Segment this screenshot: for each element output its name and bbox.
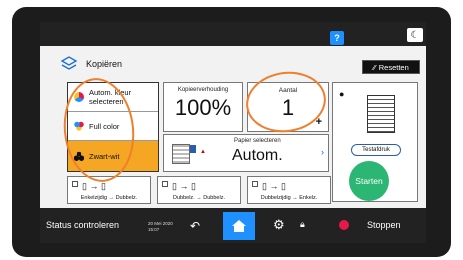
paper-tray-icon	[172, 144, 190, 164]
reset-label: Resetten	[378, 62, 409, 72]
moon-icon[interactable]: ☾	[407, 28, 423, 42]
preview-panel: ● Testafdruk Starten	[332, 82, 418, 202]
proof-button[interactable]: Testafdruk	[351, 144, 401, 156]
chevron-right-icon: ›	[321, 147, 324, 157]
duplex-label: Dubbelz. → Dubbelz.	[173, 195, 225, 201]
ratio-value: 100%	[174, 95, 232, 120]
duplex-icon: ▯ → ▯	[262, 181, 286, 191]
duplex-option[interactable]: ▯ → ▯ Dubbelz. → Dubbelz.	[157, 176, 241, 204]
top-bar	[40, 22, 426, 46]
document-preview-icon	[367, 95, 395, 133]
lock-icon[interactable]: 🔒︎	[300, 219, 305, 230]
time-text: 15:07	[148, 227, 160, 232]
reset-icon: ⁄⁄	[373, 62, 376, 72]
duplex-label: Enkelzijdig → Dubbelz.	[80, 195, 138, 201]
back-icon[interactable]: ↶	[190, 219, 200, 233]
home-icon	[232, 220, 246, 232]
status-button[interactable]: Status controleren	[46, 220, 119, 230]
help-button[interactable]: ?	[330, 31, 344, 45]
paper-tray-icon	[190, 145, 196, 153]
copy-app-icon	[60, 56, 78, 70]
gear-icon[interactable]: ⚙	[273, 217, 285, 233]
date-time: 20 Mei 2020 15:07	[148, 221, 173, 233]
paper-tray-icon: ▲	[200, 149, 206, 155]
reset-button[interactable]: ⁄⁄ Resetten	[362, 60, 420, 74]
checkbox-icon	[162, 181, 168, 187]
black-white-icon: ●	[339, 89, 345, 99]
duplex-icon: ▯ → ▯	[172, 181, 196, 191]
paper-label: Papier selecteren	[234, 138, 281, 144]
checkbox-icon	[72, 181, 78, 187]
paper-value: Autom.	[232, 147, 283, 164]
stop-icon[interactable]	[339, 220, 349, 230]
home-button[interactable]	[223, 212, 255, 240]
start-button[interactable]: Starten	[349, 161, 389, 201]
paper-select-tile[interactable]: ▲ Papier selecteren Autom. ›	[163, 134, 329, 172]
duplex-icon: ▯ → ▯	[82, 181, 106, 191]
stop-button[interactable]: Stoppen	[367, 220, 401, 230]
ratio-label: Kopieerverhouding	[177, 87, 229, 93]
checkbox-icon	[252, 181, 258, 187]
ratio-tile[interactable]: Kopieerverhouding 100%	[163, 82, 243, 132]
page-title: Kopiëren	[86, 59, 123, 69]
duplex-option[interactable]: ▯ → ▯ Dubbelzijdig → Enkelz.	[247, 176, 331, 204]
duplex-label: Dubbelzijdig → Enkelz.	[260, 195, 318, 201]
